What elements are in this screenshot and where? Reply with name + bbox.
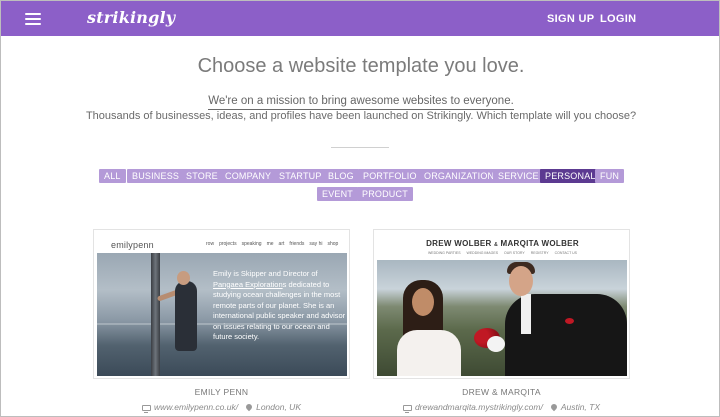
- preview-nav: row projects speaking me art friends say…: [206, 241, 338, 247]
- top-navbar: strikingly SIGN UP LOGIN: [1, 1, 719, 36]
- preview-hero-text: Emily is Skipper and Director of Pangaea…: [213, 269, 347, 343]
- preview-nav-item: say hi: [309, 241, 323, 247]
- preview-nav-item: projects: [219, 241, 237, 247]
- template-location: Austin, TX: [560, 402, 601, 412]
- template-name[interactable]: EMILY PENN: [93, 387, 350, 397]
- preview-nav-item: art: [278, 241, 285, 247]
- template-name[interactable]: DREW & MARQITA: [373, 387, 630, 397]
- filter-company[interactable]: COMPANY: [220, 169, 277, 183]
- strikingly-logo[interactable]: strikingly: [87, 8, 175, 27]
- location-pin-icon: [549, 402, 559, 412]
- page-frame: strikingly SIGN UP LOGIN Choose a websit…: [0, 0, 720, 417]
- preview-nav-item: row: [206, 241, 215, 247]
- preview-person-head: [177, 271, 190, 285]
- filter-organization[interactable]: ORGANIZATION: [419, 169, 500, 183]
- filter-service[interactable]: SERVICE: [493, 169, 544, 183]
- template-url[interactable]: www.emilypenn.co.uk/: [154, 402, 238, 412]
- mission-statement: We're on a mission to bring awesome webs…: [1, 95, 719, 110]
- monitor-icon: [402, 405, 412, 413]
- preview-nav-item: friends: [289, 241, 305, 247]
- preview-nav-item: OUR STORY: [504, 251, 525, 255]
- template-card-emily-penn[interactable]: emilypenn row projects speaking me art f…: [93, 229, 350, 379]
- preview-title-left: DREW WOLBER: [426, 239, 492, 248]
- filter-all[interactable]: ALL: [99, 169, 126, 183]
- template-url[interactable]: drewandmarqita.mystrikingly.com/: [415, 402, 543, 412]
- preview-title-right: MARQITA WOLBER: [500, 239, 579, 248]
- template-card-drew-marqita[interactable]: DREW WOLBER & MARQITA WOLBER WEDDING PAR…: [373, 229, 630, 379]
- page-headline: Choose a website template you love.: [197, 55, 525, 77]
- preview-hero-image: [377, 260, 627, 376]
- filter-blog[interactable]: BLOG: [323, 169, 359, 183]
- location-pin-icon: [244, 402, 254, 412]
- preview-title-amp: &: [494, 242, 498, 248]
- preview-groom-shirt: [521, 294, 531, 334]
- page-subline: Thousands of businesses, ideas, and prof…: [85, 110, 637, 122]
- preview-nav-item: speaking: [241, 241, 262, 247]
- preview-hero-image: Emily is Skipper and Director of Pangaea…: [97, 253, 347, 376]
- preview-title: DREW WOLBER & MARQITA WOLBER: [374, 239, 629, 248]
- filter-store[interactable]: STORE: [181, 169, 223, 183]
- filter-product[interactable]: PRODUCT: [357, 187, 413, 201]
- filter-event[interactable]: EVENT: [317, 187, 359, 201]
- preview-bride-dress: [397, 330, 461, 376]
- preview-brand: emilypenn: [111, 240, 154, 250]
- monitor-icon: [142, 405, 151, 413]
- preview-nav-item: WEDDING IMAGES: [466, 251, 499, 255]
- preview-boutonniere: [565, 318, 574, 324]
- preview-bouquet-white: [487, 336, 505, 352]
- login-link[interactable]: LOGIN: [600, 13, 636, 25]
- preview-nav-item: REGISTRY: [530, 251, 549, 255]
- preview-text-part: Emily is Skipper and Director of: [213, 269, 318, 278]
- template-meta: www.emilypenn.co.uk/London, UK: [93, 402, 350, 413]
- preview-text-link: Pangaea Exploration: [213, 279, 283, 289]
- template-meta: drewandmarqita.mystrikingly.com/Austin, …: [373, 402, 630, 413]
- filter-business[interactable]: BUSINESS: [127, 169, 185, 183]
- preview-mast: [151, 253, 160, 376]
- signup-link[interactable]: SIGN UP: [547, 13, 594, 25]
- section-divider: [331, 147, 389, 148]
- preview-nav-item: shop: [327, 241, 339, 247]
- preview-nav-item: WEDDING PARTIES: [427, 251, 461, 255]
- preview-groom-face: [509, 266, 533, 296]
- filter-startup[interactable]: STARTUP: [274, 169, 327, 183]
- filter-fun[interactable]: FUN: [595, 169, 625, 183]
- filter-portfolio[interactable]: PORTFOLIO: [358, 169, 422, 183]
- preview-nav-item: me: [266, 241, 274, 247]
- hamburger-menu-icon[interactable]: [25, 13, 41, 25]
- preview-person-body: [175, 281, 197, 351]
- mission-text: We're on a mission to bring awesome webs…: [208, 95, 514, 110]
- preview-nav: WEDDING PARTIES WEDDING IMAGES OUR STORY…: [374, 251, 629, 255]
- preview-bride-face: [412, 288, 434, 316]
- template-location: London, UK: [256, 402, 301, 412]
- preview-nav-item: CONTACT US: [554, 251, 577, 255]
- filter-personal[interactable]: PERSONAL: [540, 169, 601, 183]
